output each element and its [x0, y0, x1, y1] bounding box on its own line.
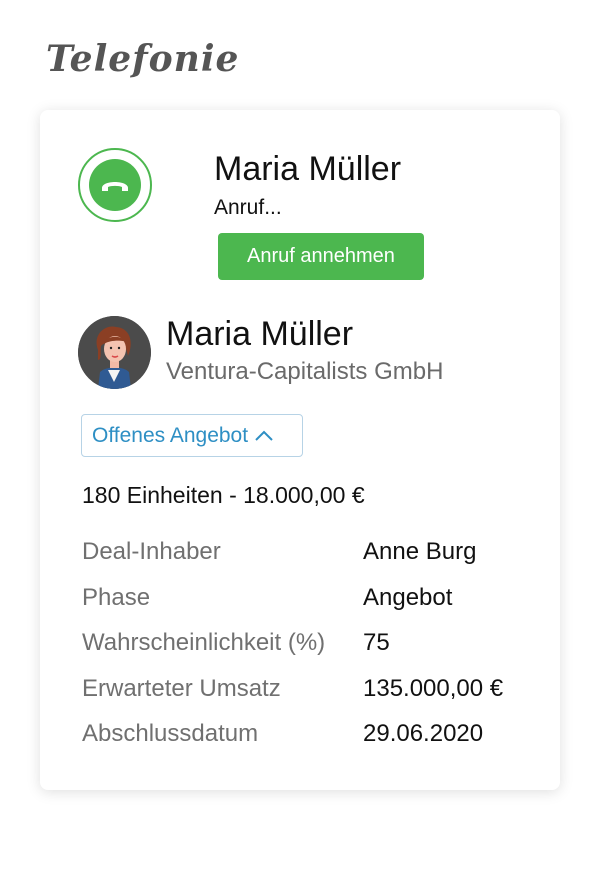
- detail-row-deal-owner: Deal-Inhaber Anne Burg: [82, 538, 542, 584]
- page-title: Telefonie: [46, 38, 240, 80]
- detail-value: 135.000,00 €: [363, 674, 504, 702]
- detail-row-expected-revenue: Erwarteter Umsatz 135.000,00 €: [82, 675, 542, 721]
- accept-call-button[interactable]: Anruf annehmen: [218, 233, 424, 280]
- detail-label: Erwarteter Umsatz: [82, 674, 281, 702]
- contact-name[interactable]: Maria Müller: [166, 315, 353, 354]
- open-offer-toggle[interactable]: Offenes Angebot: [81, 414, 303, 457]
- incoming-call-indicator: [78, 148, 152, 222]
- detail-value: Anne Burg: [363, 538, 477, 565]
- detail-label: Abschlussdatum: [82, 720, 259, 747]
- call-card: Maria Müller Anruf... Anruf annehmen Mar…: [40, 110, 560, 790]
- phone-handset-icon: [89, 159, 141, 211]
- detail-row-probability: Wahrscheinlichkeit (%) 75: [82, 629, 542, 675]
- detail-value: 29.06.2020: [363, 720, 484, 747]
- detail-label: Wahrscheinlichkeit (%): [82, 629, 326, 656]
- company-name[interactable]: Ventura-Capitalists GmbH: [166, 358, 443, 386]
- call-status: Anruf...: [214, 196, 282, 219]
- detail-value: 75: [363, 629, 390, 656]
- deal-summary: 180 Einheiten - 18.000,00 €: [82, 482, 365, 508]
- detail-row-phase: Phase Angebot: [82, 584, 542, 630]
- chevron-up-icon: [255, 430, 273, 441]
- open-offer-label: Offenes Angebot: [92, 423, 249, 447]
- detail-value: Angebot: [363, 583, 453, 611]
- detail-row-close-date: Abschlussdatum 29.06.2020: [82, 720, 542, 766]
- avatar: [78, 316, 151, 389]
- deal-details: Deal-Inhaber Anne Burg Phase Angebot Wah…: [82, 538, 542, 766]
- caller-name: Maria Müller: [214, 150, 402, 188]
- detail-label: Deal-Inhaber: [82, 538, 221, 565]
- detail-label: Phase: [82, 583, 151, 611]
- accept-call-label: Anruf annehmen: [247, 245, 395, 267]
